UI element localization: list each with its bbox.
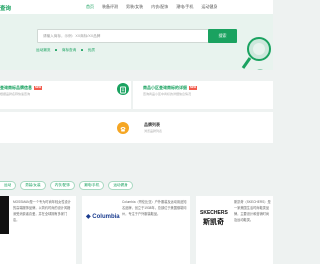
- tag-separator: [81, 49, 83, 51]
- tab-sports[interactable]: 运动: [0, 181, 17, 190]
- brand-description: MOSSMAN是一个专为时尚年轻女性设计的高端服饰品牌，以简约时尚的设计风格深受…: [13, 200, 71, 222]
- tag-sports-trend[interactable]: 运动潮流: [36, 48, 50, 53]
- tab-apparel[interactable]: 男装/女装: [20, 181, 46, 190]
- feature-title: 查询商标品牌信息 NEW: [0, 85, 43, 90]
- feature-title: 商品小区查询商标的详细 NEW: [143, 85, 198, 90]
- skechers-logo: SKECHERS: [200, 210, 228, 216]
- search-button-label: 搜索: [218, 33, 227, 38]
- feature-card-brand-info[interactable]: 查询商标品牌信息 NEW 根据品牌名称快速查询: [0, 81, 131, 109]
- feature-title: 品牌列表: [144, 122, 160, 127]
- nav-item-apparel[interactable]: 男装/女装: [126, 4, 143, 10]
- magnifier-illustration-icon: [241, 37, 271, 70]
- nav-item-underwear[interactable]: 内衣/配饰: [151, 4, 168, 10]
- brand-description: 斯凯奇（SKECHERS）是一家美国生活时尚鞋类品牌，主要设计和营销时尚及运动鞋…: [234, 200, 271, 222]
- brand-name[interactable]: 查询: [0, 4, 11, 12]
- category-tabs: 运动 男装/女装 内衣/配饰 潮电/手机 运动健身: [0, 181, 133, 190]
- nav-item-fitness[interactable]: 运动健身: [201, 4, 217, 10]
- feature-subtitle: 根据品牌名称快速查询: [0, 92, 31, 96]
- tag-separator: [55, 49, 57, 51]
- feature-subtitle: 浏览品牌列表: [144, 129, 163, 133]
- skechers-logo-chinese: 斯凯奇: [203, 219, 224, 226]
- brand-logo: [0, 196, 9, 234]
- brand-card-mossman[interactable]: MOSSMAN是一个专为时尚年轻女性设计的高端服饰品牌，以简约时尚的设计风格深受…: [0, 196, 76, 264]
- columbia-logo-icon: ◆: [86, 214, 91, 220]
- columbia-logo: ◆ Columbia: [86, 214, 120, 220]
- tab-underwear[interactable]: 内衣/配饰: [49, 181, 75, 190]
- tab-electronics[interactable]: 潮电/手机: [78, 181, 105, 190]
- trademark-icon: [117, 83, 129, 95]
- new-badge: NEW: [189, 85, 198, 90]
- hot-tags: 运动潮流 商标查询 优质: [36, 48, 100, 53]
- tab-fitness[interactable]: 运动健身: [108, 181, 133, 190]
- nav-item-home[interactable]: 首页: [86, 4, 94, 10]
- new-badge: NEW: [34, 85, 43, 90]
- main-nav: 首页 装备评测 男装/女装 内衣/配饰 潮电/手机 运动健身: [86, 4, 225, 10]
- tag-trademark-query[interactable]: 商标查询: [62, 48, 76, 53]
- search-input[interactable]: 请输入商标，示例：XX商标/XX品牌: [43, 34, 100, 39]
- brand-card-skechers[interactable]: SKECHERS 斯凯奇 斯凯奇（SKECHERS）是一家美国生活时尚鞋类品牌，…: [196, 196, 273, 264]
- brand-description: Columbia（哥伦比亚）户外服装及运动用品知名品牌，创立于1938年，总部位…: [122, 200, 187, 216]
- tag-premium[interactable]: 优质: [88, 48, 95, 53]
- brand-card-columbia[interactable]: ◆ Columbia Columbia（哥伦比亚）户外服装及运动用品知名品牌，创…: [82, 196, 190, 264]
- search-box[interactable]: 请输入商标，示例：XX商标/XX品牌: [37, 29, 237, 43]
- feature-card-brand-list[interactable]: 品牌列表 浏览品牌列表: [0, 112, 273, 143]
- search-button[interactable]: 搜索: [208, 29, 237, 43]
- phone-icon: [117, 122, 129, 134]
- top-bar: 查询 首页 装备评测 男装/女装 内衣/配饰 潮电/手机 运动健身: [0, 0, 273, 14]
- nav-item-gear[interactable]: 装备评测: [102, 4, 118, 10]
- feature-subtitle: 查询商品小区中商标的详细信息情况: [143, 92, 192, 96]
- feature-card-trademark-detail[interactable]: 商品小区查询商标的详细 NEW 查询商品小区中商标的详细信息情况: [117, 81, 273, 109]
- nav-item-electronics[interactable]: 潮电/手机: [176, 4, 193, 10]
